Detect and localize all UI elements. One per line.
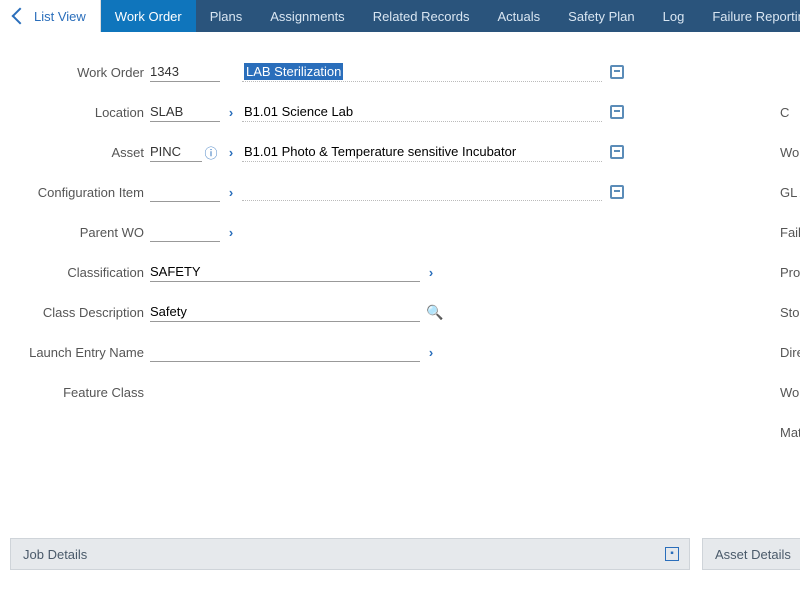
label-config-item: Configuration Item: [0, 185, 150, 200]
launch-entry-lookup-icon[interactable]: ›: [420, 345, 442, 360]
config-item-lookup-icon[interactable]: ›: [220, 185, 242, 200]
launch-entry-input[interactable]: [150, 342, 420, 362]
config-item-desc-field[interactable]: [242, 183, 602, 201]
tab-actuals[interactable]: Actuals: [484, 0, 555, 32]
section-bar: Job Details ▪ Asset Details: [10, 538, 800, 570]
panel-title: Asset Details: [715, 547, 791, 562]
asset-lookup-icon[interactable]: ›: [220, 145, 242, 160]
right-label: Failure C: [780, 212, 800, 252]
label-asset: Asset: [0, 145, 150, 160]
label-launch-entry: Launch Entry Name: [0, 345, 150, 360]
right-label: GL Acc: [780, 172, 800, 212]
detail-menu-icon[interactable]: [610, 105, 624, 119]
classification-lookup-icon[interactable]: ›: [420, 265, 442, 280]
label-classification: Classification: [0, 265, 150, 280]
location-input[interactable]: [150, 102, 220, 122]
tab-bar: List View Work Order Plans Assignments R…: [0, 0, 800, 32]
panel-head-asset-details[interactable]: Asset Details: [702, 538, 800, 570]
asset-info-icon[interactable]: ⓘ: [202, 143, 220, 162]
form-area: Work Order LAB Sterilization Location › …: [0, 32, 800, 432]
tab-failure-reporting[interactable]: Failure Reporting: [698, 0, 800, 32]
tab-safety-plan[interactable]: Safety Plan: [554, 0, 649, 32]
tab-label: List View: [34, 9, 86, 24]
parent-wo-input[interactable]: [150, 222, 220, 242]
right-label: Work T: [780, 132, 800, 172]
work-order-desc-text: LAB Sterilization: [244, 63, 343, 80]
label-feature-class: Feature Class: [0, 385, 150, 400]
tab-assignments[interactable]: Assignments: [256, 0, 358, 32]
right-label: Work Package Material St: [780, 372, 800, 412]
work-order-desc-field[interactable]: LAB Sterilization: [242, 62, 602, 82]
label-parent-wo: Parent WO: [0, 225, 150, 240]
back-arrow-icon: [12, 8, 29, 25]
right-label: Direct Issue Material St: [780, 332, 800, 372]
asset-desc-input[interactable]: [242, 142, 602, 162]
parent-wo-lookup-icon[interactable]: ›: [220, 225, 242, 240]
right-label: Storeroom Material St: [780, 292, 800, 332]
right-label: Problem C: [780, 252, 800, 292]
tab-related-records[interactable]: Related Records: [359, 0, 484, 32]
label-work-order: Work Order: [0, 65, 150, 80]
panel-head-job-details[interactable]: Job Details ▪: [10, 538, 690, 570]
work-order-id-input[interactable]: [150, 62, 220, 82]
location-desc-input[interactable]: [242, 102, 602, 122]
right-label: C: [780, 92, 800, 132]
detail-menu-icon[interactable]: [610, 145, 624, 159]
label-location: Location: [0, 105, 150, 120]
collapse-icon[interactable]: ▪: [665, 547, 679, 561]
tab-list-view[interactable]: List View: [0, 0, 101, 32]
tab-log[interactable]: Log: [649, 0, 699, 32]
location-lookup-icon[interactable]: ›: [220, 105, 242, 120]
detail-menu-icon[interactable]: [610, 65, 624, 79]
detail-menu-icon[interactable]: [610, 185, 624, 199]
tab-plans[interactable]: Plans: [196, 0, 257, 32]
right-column: C Work T GL Acc Failure C Problem C Stor…: [780, 52, 800, 452]
search-icon[interactable]: 🔍: [426, 304, 443, 321]
class-desc-input[interactable]: [150, 302, 420, 322]
asset-input[interactable]: [150, 142, 202, 162]
classification-input[interactable]: [150, 262, 420, 282]
right-label: Material Status Last Upd: [780, 412, 800, 452]
tab-work-order[interactable]: Work Order: [101, 0, 196, 32]
label-class-desc: Class Description: [0, 305, 150, 320]
panel-title: Job Details: [23, 547, 87, 562]
right-label: [780, 52, 800, 92]
config-item-input[interactable]: [150, 182, 220, 202]
